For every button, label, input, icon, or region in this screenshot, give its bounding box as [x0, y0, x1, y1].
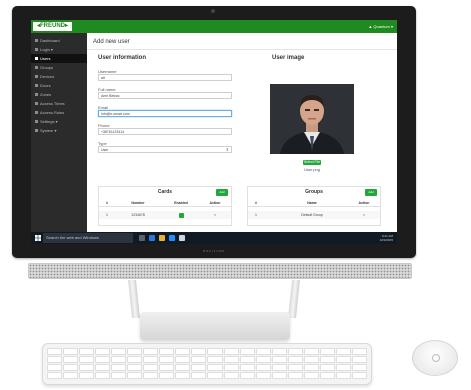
mouse — [412, 340, 458, 376]
sidebar-item-access-rules[interactable]: Access Rules — [31, 108, 87, 117]
keyboard — [42, 343, 372, 385]
sidebar-item-doors[interactable]: Doors — [31, 81, 87, 90]
groups-panel: Groups Add # Name Action 1 Default Group… — [247, 186, 381, 226]
system-icon — [35, 129, 38, 132]
sidebar-item-label: Access Rules — [40, 110, 65, 115]
email-field[interactable]: info@e-smart.com — [98, 110, 232, 117]
row-index: 1 — [255, 213, 257, 217]
top-navbar: ◂FREUND▸ ▲ Quantum ▾ — [31, 20, 397, 33]
type-select[interactable]: User ⇕ — [98, 146, 232, 153]
doors-icon — [35, 84, 38, 87]
sidebar-item-label: Doors — [40, 83, 51, 88]
groups-icon — [35, 66, 38, 69]
sidebar-item-groups[interactable]: Groups — [31, 63, 87, 72]
sidebar-item-label: Devices — [40, 74, 55, 79]
users-icon — [35, 57, 38, 60]
sidebar-item-label: Login ▾ — [40, 47, 53, 52]
taskbar-search-box[interactable]: Search the web and Windows — [43, 233, 133, 243]
sidebar-item-system[interactable]: System ▾ — [31, 126, 87, 135]
mouse-logo-icon — [432, 354, 440, 362]
webcam — [211, 9, 215, 13]
type-select-value: User — [101, 148, 109, 152]
fullname-field[interactable]: Amir Beksic — [98, 92, 232, 99]
sidebar-item-devices[interactable]: Devices — [31, 72, 87, 81]
select-file-button[interactable]: Select File — [303, 160, 321, 165]
sidebar-item-label: Groups — [40, 65, 54, 70]
sidebar-item-zones[interactable]: Zones — [31, 90, 87, 99]
user-menu[interactable]: ▲ Quantum ▾ — [368, 23, 393, 30]
cards-table-header: # Number Enabled Action — [99, 200, 231, 207]
dashboard-icon — [35, 39, 38, 42]
user-image-heading: User image — [272, 55, 305, 61]
cards-title: Cards — [157, 189, 173, 195]
task-view-icon[interactable] — [139, 235, 145, 241]
edge-browser-icon[interactable] — [149, 235, 155, 241]
brand-label: PAVILION — [203, 249, 225, 253]
username-field[interactable]: alt — [98, 74, 232, 81]
table-row: 1 Default Group × — [248, 211, 380, 219]
system-tray-clock[interactable]: 9:41 AM 12/3/2015 — [380, 234, 393, 242]
phone-field[interactable]: +38761123414 — [98, 128, 232, 135]
rules-icon — [35, 111, 38, 114]
group-name: Default Group — [301, 213, 323, 217]
devices-icon — [35, 75, 38, 78]
column-header: # — [106, 201, 108, 205]
user-photo — [270, 84, 354, 154]
column-header: # — [255, 201, 257, 205]
zones-icon — [35, 93, 38, 96]
table-row: 1 1234678 × — [99, 211, 231, 219]
sidebar-item-access-times[interactable]: Access Times — [31, 99, 87, 108]
image-file-name: User.png — [303, 167, 320, 172]
stand-left-leg — [128, 280, 140, 318]
windows-start-icon[interactable] — [35, 235, 41, 241]
chevron-down-icon: ⇕ — [225, 147, 229, 152]
add-group-button[interactable]: Add — [365, 189, 377, 196]
app-icon[interactable] — [179, 235, 185, 241]
store-icon[interactable] — [169, 235, 175, 241]
column-header: Name — [307, 201, 317, 205]
sidebar: Dashboard Login ▾ Users Groups Devices D… — [31, 33, 87, 232]
delete-card-button[interactable]: × — [203, 211, 227, 219]
speaker-grille — [28, 263, 412, 279]
column-header: Action — [358, 201, 370, 205]
login-icon — [35, 48, 38, 51]
taskbar: Search the web and Windows 9:41 AM 12/3/… — [31, 232, 397, 244]
user-info-heading: User information — [98, 55, 147, 61]
app-logo[interactable]: ◂FREUND▸ — [33, 22, 73, 31]
add-card-button[interactable]: Add — [216, 189, 228, 196]
column-header: Enabled — [174, 201, 188, 205]
enabled-cell — [169, 211, 193, 219]
file-explorer-icon[interactable] — [159, 235, 165, 241]
user-portrait-image — [270, 84, 354, 154]
row-index: 1 — [106, 213, 108, 217]
column-header: Number — [131, 201, 145, 205]
groups-table-header: # Name Action — [248, 200, 380, 207]
sidebar-item-settings[interactable]: Settings ▾ — [31, 117, 87, 126]
sidebar-item-label: Settings ▾ — [40, 119, 58, 124]
tray-date: 12/3/2015 — [379, 238, 393, 242]
sidebar-item-label: System ▾ — [40, 128, 57, 133]
sidebar-item-label: Zones — [40, 92, 52, 97]
sidebar-item-dashboard[interactable]: Dashboard — [31, 36, 87, 45]
groups-title: Groups — [305, 189, 323, 195]
sidebar-item-login[interactable]: Login ▾ — [31, 45, 87, 54]
sidebar-item-users[interactable]: Users — [31, 54, 87, 63]
cards-panel: Cards Add # Number Enabled Action 1 1234… — [98, 186, 232, 226]
title-divider — [87, 49, 397, 50]
stand-right-leg — [288, 280, 300, 318]
card-number: 1234678 — [131, 213, 145, 217]
delete-group-button[interactable]: × — [352, 211, 376, 219]
sidebar-item-label: Access Times — [40, 101, 65, 106]
sidebar-item-label: Dashboard — [40, 38, 60, 43]
sidebar-item-label: Users — [40, 56, 51, 61]
screen: ◂FREUND▸ ▲ Quantum ▾ Dashboard Login ▾ U… — [31, 20, 397, 244]
clock-icon — [35, 102, 38, 105]
gear-icon — [35, 120, 38, 123]
column-header: Action — [209, 201, 221, 205]
main-content: Add new user User information User image… — [87, 33, 397, 244]
stand-base — [140, 312, 290, 340]
checkbox-checked-icon[interactable] — [178, 212, 184, 218]
page-title: Add new user — [93, 39, 130, 45]
